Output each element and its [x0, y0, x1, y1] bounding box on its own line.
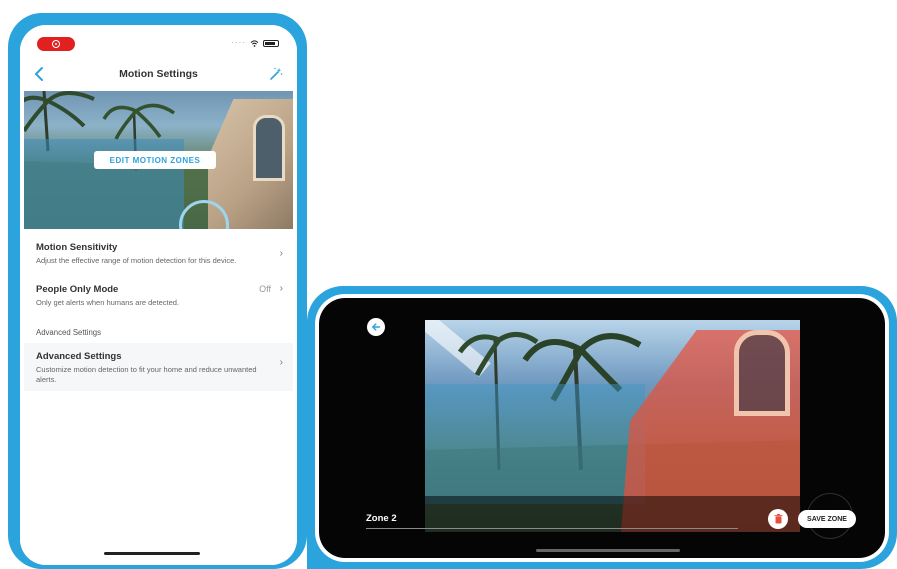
portrait-phone-frame: ···· Motion Settings EDIT MOTION ZONES M…: [8, 13, 307, 569]
back-button[interactable]: [367, 318, 385, 336]
setting-description: Customize motion detection to fit your h…: [36, 365, 257, 384]
status-bar: ····: [24, 29, 293, 57]
camera-bottom-shade: [425, 496, 800, 532]
zone-camera-view[interactable]: [425, 320, 800, 532]
house-window-image: [734, 330, 790, 416]
setting-title: Motion Sensitivity: [36, 242, 118, 253]
back-arrow-icon: [371, 323, 381, 331]
delete-zone-button[interactable]: [768, 509, 788, 529]
chevron-right-icon: ›: [279, 248, 283, 259]
trash-icon: [774, 514, 782, 524]
motion-zone-1-overlay: [425, 384, 645, 504]
portrait-phone-bezel: ···· Motion Settings EDIT MOTION ZONES M…: [20, 25, 297, 565]
motion-settings-screen: ···· Motion Settings EDIT MOTION ZONES M…: [24, 29, 293, 561]
home-indicator[interactable]: [104, 552, 200, 555]
screen-recording-indicator[interactable]: [37, 37, 75, 51]
motion-sensitivity-row[interactable]: Motion Sensitivity Adjust the effective …: [24, 234, 293, 272]
advanced-settings-row[interactable]: Advanced Settings Customize motion detec…: [24, 343, 293, 391]
house-window-image: [253, 115, 285, 181]
landscape-phone-frame: Zone 2 SAVE ZONE: [307, 286, 897, 569]
nav-bar: Motion Settings: [24, 59, 293, 89]
save-zone-button[interactable]: SAVE ZONE: [798, 510, 856, 528]
battery-icon: [263, 39, 279, 47]
setting-description: Adjust the effective range of motion det…: [36, 256, 237, 265]
people-only-mode-row[interactable]: People Only Mode Only get alerts when hu…: [24, 272, 293, 314]
zone-name-underline: [366, 528, 738, 529]
people-only-value: Off: [259, 284, 271, 294]
setting-description: Only get alerts when humans are detected…: [36, 298, 179, 307]
home-indicator[interactable]: [536, 549, 680, 552]
zone-name-field[interactable]: Zone 2: [366, 513, 397, 524]
status-icons: ····: [231, 39, 279, 47]
edit-zone-screen: Zone 2 SAVE ZONE: [319, 298, 885, 558]
page-title: Motion Settings: [119, 68, 198, 80]
setting-title: Advanced Settings: [36, 351, 122, 362]
landscape-phone-bezel: Zone 2 SAVE ZONE: [315, 294, 889, 562]
chevron-right-icon: ›: [279, 283, 283, 294]
signal-icon: ····: [231, 38, 246, 47]
section-header: Advanced Settings: [36, 328, 102, 337]
wifi-icon: [250, 39, 259, 47]
camera-preview[interactable]: EDIT MOTION ZONES: [24, 91, 293, 229]
chevron-right-icon: ›: [279, 357, 283, 368]
edit-motion-zones-button[interactable]: EDIT MOTION ZONES: [94, 151, 216, 169]
settings-list: Motion Sensitivity Adjust the effective …: [24, 234, 293, 391]
setting-title: People Only Mode: [36, 284, 119, 295]
recording-icon: [52, 40, 60, 48]
magic-wand-icon[interactable]: [269, 67, 283, 81]
